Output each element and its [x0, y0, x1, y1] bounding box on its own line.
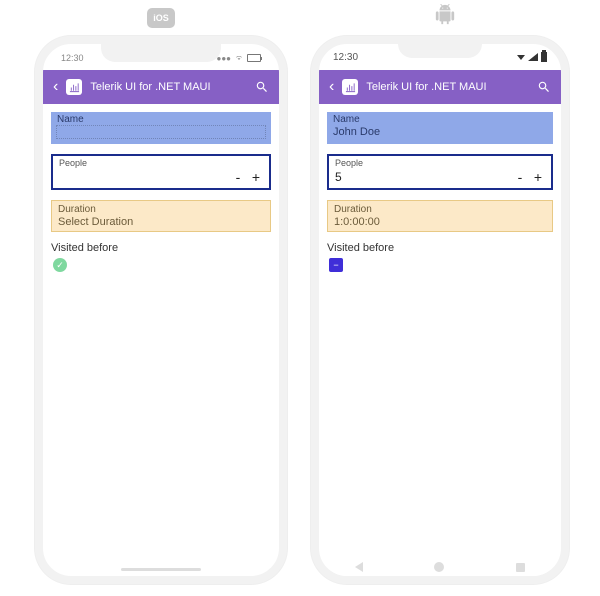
wifi-icon	[234, 54, 244, 62]
duration-value[interactable]: 1:0:00:00	[334, 216, 546, 228]
brand-icon	[342, 79, 358, 95]
battery-icon	[541, 52, 547, 62]
name-value[interactable]: John Doe	[333, 126, 547, 142]
nav-recent-icon[interactable]	[516, 563, 525, 572]
download-icon	[517, 55, 525, 60]
duration-label: Duration	[58, 204, 264, 215]
back-button[interactable]: ‹	[329, 79, 334, 95]
duration-value[interactable]: Select Duration	[58, 216, 264, 228]
people-label: People	[335, 158, 547, 168]
duration-field[interactable]: Duration Select Duration	[51, 200, 271, 232]
app-header: ‹ Telerik UI for .NET MAUI	[319, 70, 561, 104]
people-field[interactable]: People - +	[51, 154, 271, 190]
back-button[interactable]: ‹	[53, 79, 58, 95]
people-field[interactable]: People 5 - +	[327, 154, 553, 190]
name-text-input[interactable]	[57, 126, 265, 138]
search-icon[interactable]	[255, 80, 269, 94]
ios-content: Name People - + Duration Select Duration…	[43, 104, 279, 290]
platform-badge-android	[431, 5, 459, 25]
app-title: Telerik UI for .NET MAUI	[366, 81, 529, 93]
name-field[interactable]: Name	[51, 112, 271, 144]
visited-field: Visited before −	[327, 242, 553, 272]
status-time: 12:30	[333, 52, 358, 63]
people-decrement-button[interactable]: -	[229, 168, 247, 186]
ios-device-frame: 12:30 ●●● ‹ Telerik UI for .NET MAUI Nam…	[35, 36, 287, 584]
name-label: Name	[333, 114, 547, 125]
status-time: 12:30	[61, 53, 84, 63]
visited-checkbox[interactable]: ✓	[53, 258, 67, 272]
platform-badge-ios: iOS	[147, 8, 175, 28]
android-nav-bar	[319, 558, 561, 576]
duration-label: Duration	[334, 204, 546, 215]
brand-icon	[66, 79, 82, 95]
nav-back-icon[interactable]	[355, 562, 363, 572]
android-notch	[398, 44, 482, 58]
people-label: People	[59, 158, 265, 168]
ios-notch	[101, 44, 221, 62]
visited-field: Visited before ✓	[51, 242, 271, 272]
app-title: Telerik UI for .NET MAUI	[90, 81, 247, 93]
people-increment-button[interactable]: +	[529, 168, 547, 186]
people-decrement-button[interactable]: -	[511, 168, 529, 186]
name-label: Name	[57, 114, 265, 125]
people-increment-button[interactable]: +	[247, 168, 265, 186]
signal-icon	[528, 53, 538, 61]
name-field[interactable]: Name John Doe	[327, 112, 553, 144]
android-device-frame: 12:30 ‹ Telerik UI for .NET MAUI Name Jo…	[311, 36, 569, 584]
visited-label: Visited before	[51, 242, 271, 254]
home-indicator	[121, 568, 201, 571]
nav-home-icon[interactable]	[434, 562, 444, 572]
visited-label: Visited before	[327, 242, 553, 254]
duration-field[interactable]: Duration 1:0:00:00	[327, 200, 553, 232]
name-input[interactable]	[57, 126, 265, 142]
people-value[interactable]: 5	[335, 170, 511, 184]
android-content: Name John Doe People 5 - + Duration 1:0:…	[319, 104, 561, 290]
battery-icon	[247, 54, 261, 62]
search-icon[interactable]	[537, 80, 551, 94]
app-header: ‹ Telerik UI for .NET MAUI	[43, 70, 279, 104]
visited-checkbox[interactable]: −	[329, 258, 343, 272]
